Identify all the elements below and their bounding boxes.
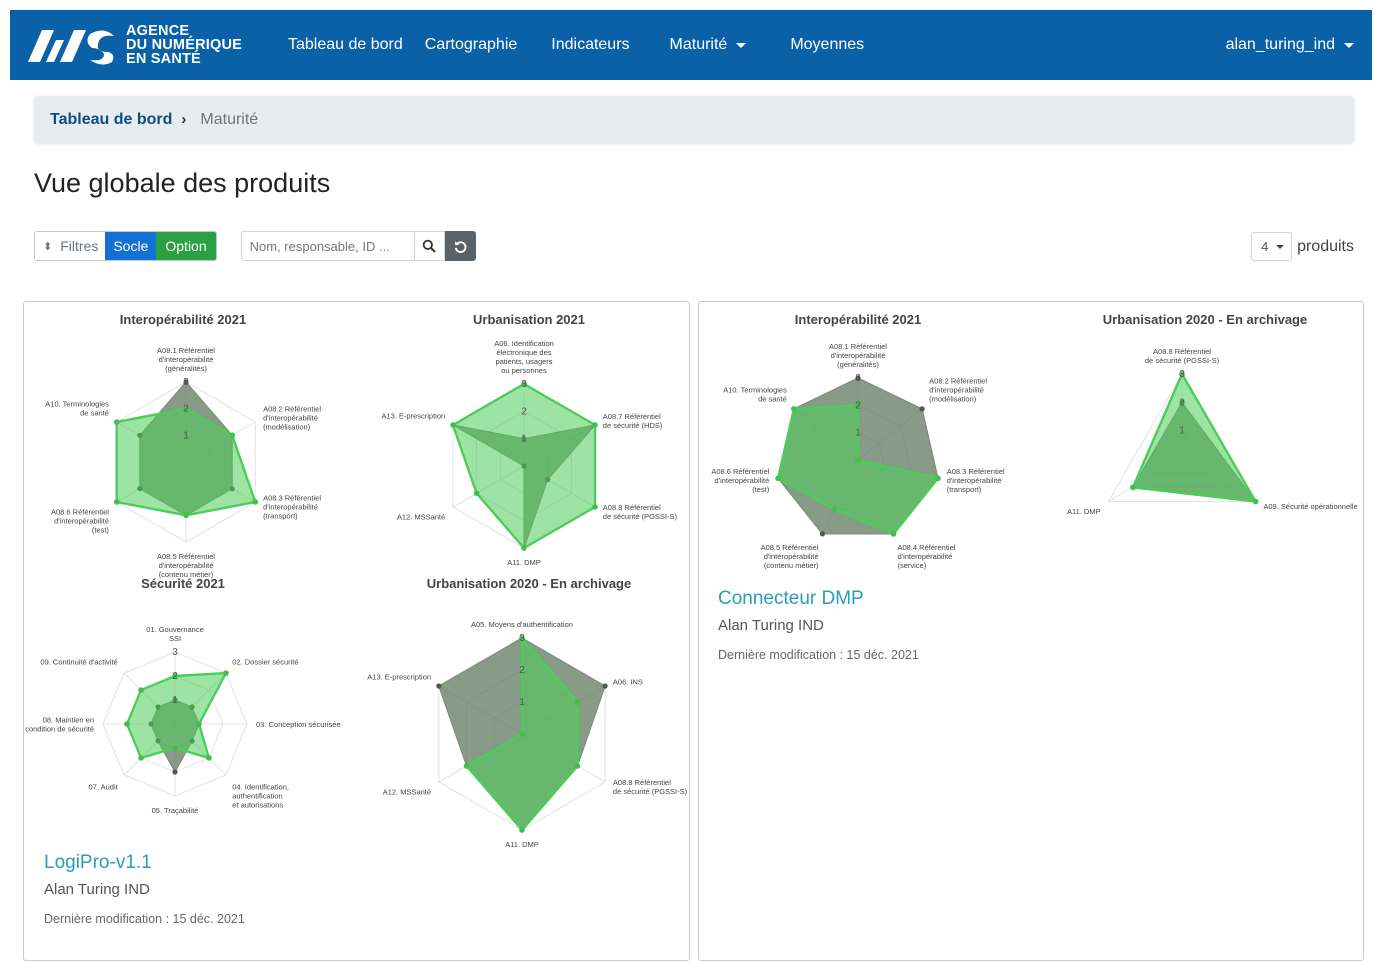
chevron-right-icon: › (181, 111, 187, 128)
search-icon (422, 239, 436, 253)
filters-button[interactable]: ⬍ Filtres (35, 232, 106, 260)
product-name-link[interactable]: Connecteur DMP (718, 588, 864, 610)
nav-maturite[interactable]: Maturité (670, 36, 747, 54)
radar-point-socle (602, 683, 608, 689)
option-toggle[interactable]: Option (156, 232, 216, 260)
brand-line-3: EN SANTÉ (126, 51, 201, 67)
nav-links: Tableau de bord Cartographie Indicateurs… (288, 10, 886, 80)
user-name: alan_turing_ind (1225, 36, 1335, 53)
radar-axis-label: A12. MSSanté (383, 788, 431, 797)
nav-moyennes[interactable]: Moyennes (790, 36, 864, 54)
breadcrumb-current: Maturité (200, 110, 259, 128)
product-card: Interopérabilité 2021 1 2 3 A08.1 Référenti… (698, 301, 1364, 961)
filters-label: Filtres (60, 238, 99, 254)
nav-tableau-de-bord[interactable]: Tableau de bord (288, 36, 403, 54)
nav-cartographie[interactable]: Cartographie (425, 36, 518, 54)
breadcrumb-home[interactable]: Tableau de bord (50, 111, 172, 129)
radar-axis-label: A09. Sécurité opérationnelle (1263, 502, 1357, 511)
radar-tick-label: 1 (1179, 426, 1185, 437)
ans-logo-icon (28, 30, 114, 65)
search-input[interactable] (240, 231, 414, 261)
chevron-down-icon (736, 42, 747, 48)
filter-button-group: ⬍ Filtres Socle Option (34, 231, 217, 261)
search-button[interactable] (413, 231, 445, 261)
brand-logo[interactable]: AGENCE DU NUMÉRIQUE EN SANTÉ (24, 22, 242, 68)
product-modified-date: Dernière modification : 15 déc. 2021 (44, 912, 245, 926)
toolbar: ⬍ Filtres Socle Option (34, 231, 476, 261)
undo-icon (454, 240, 467, 253)
radar-tick-label: 2 (1179, 397, 1185, 408)
product-name-link[interactable]: LogiPro-v1.1 (44, 852, 152, 874)
radar-tick-label: 3 (1179, 369, 1185, 380)
radar-axis-label: A11. DMP (1067, 507, 1101, 516)
product-owner: Alan Turing IND (44, 881, 150, 898)
brand-line-2: DU NUMÉRIQUE (126, 37, 242, 53)
count-label: produits (1297, 237, 1354, 255)
nav-indicateurs[interactable]: Indicateurs (551, 36, 629, 54)
radar-point-socle (436, 683, 442, 689)
radar-axis-label: A08.8 Référentiel de sécurité (PGSSI-S) (1145, 347, 1220, 365)
search-group (240, 231, 476, 261)
page-title: Vue globale des produits (34, 168, 331, 198)
radar-tick-label: 2 (519, 665, 525, 676)
radar-axis-label: A11. DMP (505, 840, 539, 849)
product-count: 4 produits (1251, 232, 1354, 261)
nav-maturite-label: Maturité (669, 36, 728, 53)
radar-point-option (574, 763, 581, 769)
product-modified-date: Dernière modification : 15 déc. 2021 (718, 648, 919, 662)
count-select[interactable]: 4 (1251, 232, 1293, 261)
radar-axis-label: A08.8 Référentiel de sécurité (PGSSI-S) (613, 778, 688, 796)
radar-point-option (1130, 484, 1136, 491)
radar-point-option (574, 699, 581, 705)
sort-icon: ⬍ (43, 240, 53, 253)
radar-point-option (463, 763, 470, 769)
radar-axis-label: A06. INS (613, 678, 643, 687)
radar-series-option (1131, 371, 1258, 503)
socle-toggle[interactable]: Socle (105, 232, 157, 260)
radar-axis-label: A13. E-prescription (367, 673, 431, 682)
brand-line-1: AGENCE (126, 23, 190, 39)
reset-button[interactable] (444, 231, 476, 261)
chevron-down-icon (1344, 42, 1354, 48)
radar-point-option (519, 827, 525, 833)
product-card: Interopérabilité 2021 1 2 3 A08.1 Référenti… (23, 301, 690, 961)
radar-point-option (1252, 498, 1259, 505)
radar-point-option (519, 731, 525, 737)
top-navbar: AGENCE DU NUMÉRIQUE EN SANTÉ Tableau de … (10, 10, 1372, 80)
radar-tick-label: 1 (519, 697, 525, 708)
radar-axis-label: A05. Moyens d'authentification (471, 620, 573, 629)
brand-text: AGENCE DU NUMÉRIQUE EN SANTÉ (126, 23, 242, 67)
chevron-down-icon (1276, 245, 1285, 249)
product-owner: Alan Turing IND (718, 617, 824, 634)
radar-tick-label: 3 (519, 633, 525, 644)
breadcrumb: Tableau de bord › Maturité (34, 96, 1354, 143)
user-menu[interactable]: alan_turing_ind (1226, 10, 1354, 80)
count-value: 4 (1261, 239, 1269, 254)
